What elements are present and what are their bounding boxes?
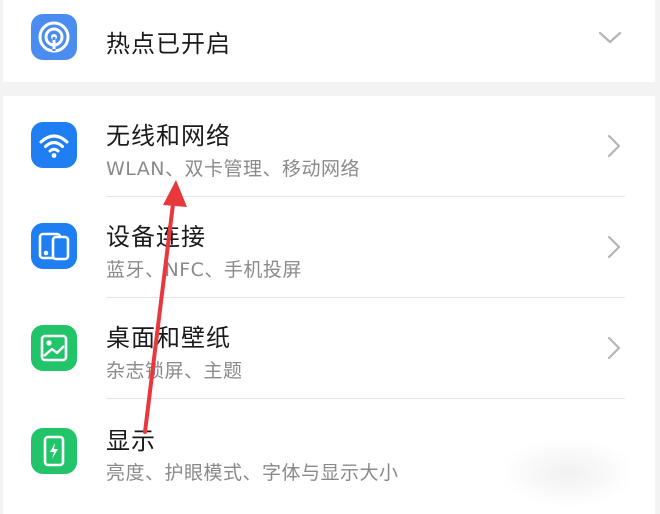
annotation-arrow-icon [143,180,187,434]
settings-page: 热点已开启 无线和网络 WLAN、双卡管理、移动网络 设备连接 蓝牙、NFC、手… [0,0,660,514]
